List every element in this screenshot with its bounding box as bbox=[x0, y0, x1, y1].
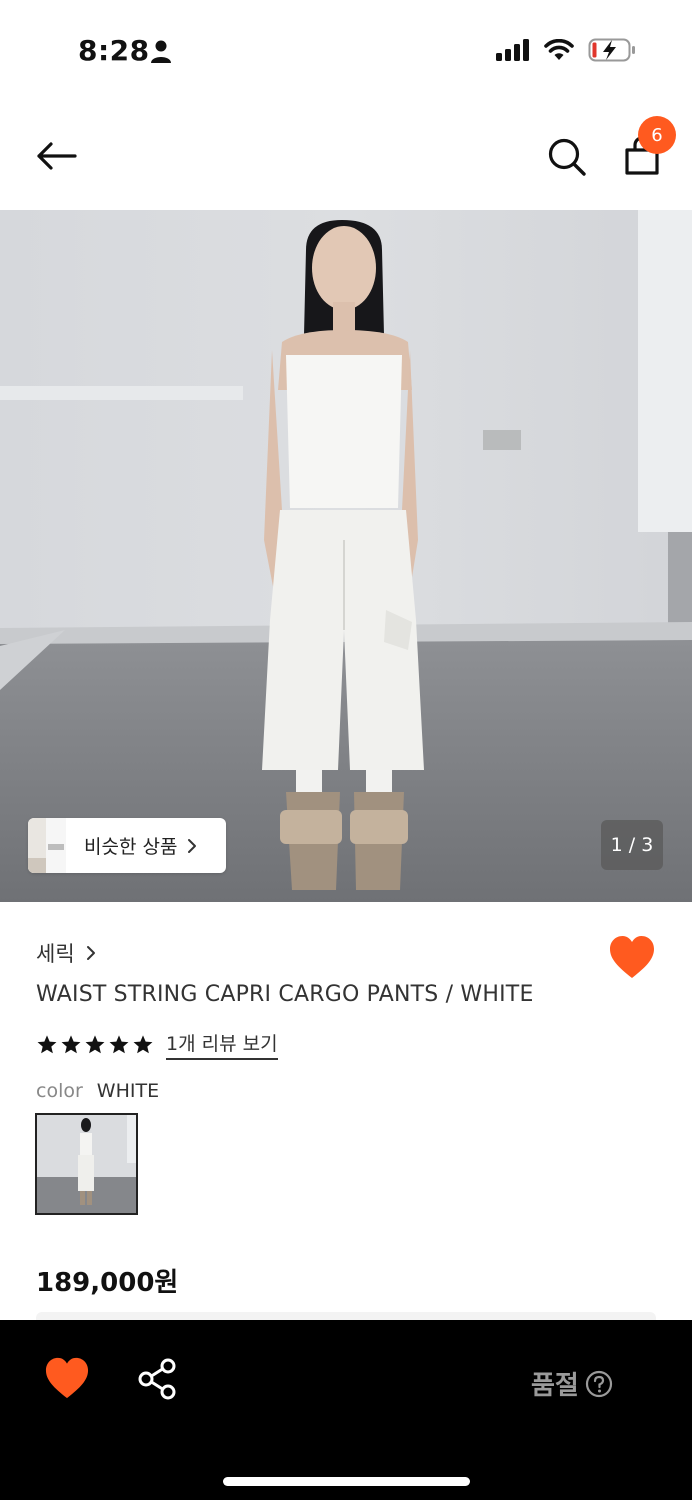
product-title: WAIST STRING CAPRI CARGO PANTS / WHITE bbox=[36, 982, 534, 1007]
top-nav bbox=[0, 100, 692, 210]
chevron-right-icon bbox=[188, 838, 197, 853]
status-indicators bbox=[496, 38, 636, 62]
color-swatch-white[interactable] bbox=[35, 1113, 138, 1215]
sold-out-status: 품절 bbox=[531, 1365, 613, 1402]
battery-charging-icon bbox=[588, 38, 635, 62]
back-button[interactable] bbox=[30, 134, 82, 178]
home-indicator bbox=[223, 1477, 470, 1486]
chevron-right-icon bbox=[86, 946, 95, 960]
star-icon bbox=[85, 1034, 105, 1053]
heart-icon[interactable] bbox=[44, 1356, 90, 1400]
view-reviews-link[interactable]: 1개 리뷰 보기 bbox=[166, 1029, 278, 1060]
star-icon bbox=[133, 1034, 153, 1053]
wifi-icon bbox=[544, 39, 574, 60]
star-icon bbox=[61, 1034, 81, 1053]
similar-products-button[interactable]: 비슷한 상품 bbox=[28, 818, 226, 873]
color-value: WHITE bbox=[96, 1080, 160, 1102]
sold-out-label: 품절 bbox=[531, 1371, 579, 1401]
image-page-indicator: 1 / 3 bbox=[601, 820, 663, 870]
share-icon[interactable] bbox=[136, 1358, 178, 1400]
cart-count-badge: 6 bbox=[638, 116, 676, 154]
similar-product-thumbnail bbox=[28, 818, 66, 873]
status-time: 8:28 bbox=[78, 34, 150, 67]
help-circle-icon[interactable] bbox=[585, 1370, 613, 1398]
heart-icon[interactable] bbox=[608, 934, 656, 980]
brand-name: 세릭 bbox=[36, 942, 75, 966]
similar-products-label: 비슷한 상품 bbox=[84, 836, 178, 858]
rating-row: 1개 리뷰 보기 bbox=[36, 1029, 278, 1060]
product-image-gallery[interactable] bbox=[0, 210, 692, 902]
color-option-row: color WHITE bbox=[36, 1080, 159, 1102]
bottom-action-bar: 품절 bbox=[0, 1320, 692, 1500]
color-label: color bbox=[36, 1080, 83, 1102]
cellular-signal-icon bbox=[496, 39, 529, 61]
color-swatch-thumbnail bbox=[37, 1115, 136, 1213]
product-price: 189,000원 bbox=[36, 1268, 179, 1298]
brand-link[interactable]: 세릭 bbox=[36, 938, 97, 968]
person-icon bbox=[151, 40, 171, 63]
star-rating bbox=[36, 1034, 154, 1056]
status-bar: 8:28 bbox=[0, 0, 692, 100]
section-divider bbox=[36, 1312, 656, 1320]
arrow-left-icon bbox=[37, 142, 77, 170]
star-icon bbox=[37, 1034, 57, 1053]
search-button[interactable] bbox=[542, 132, 592, 182]
star-icon bbox=[109, 1034, 129, 1053]
search-icon bbox=[548, 138, 586, 176]
product-photo bbox=[0, 210, 692, 902]
